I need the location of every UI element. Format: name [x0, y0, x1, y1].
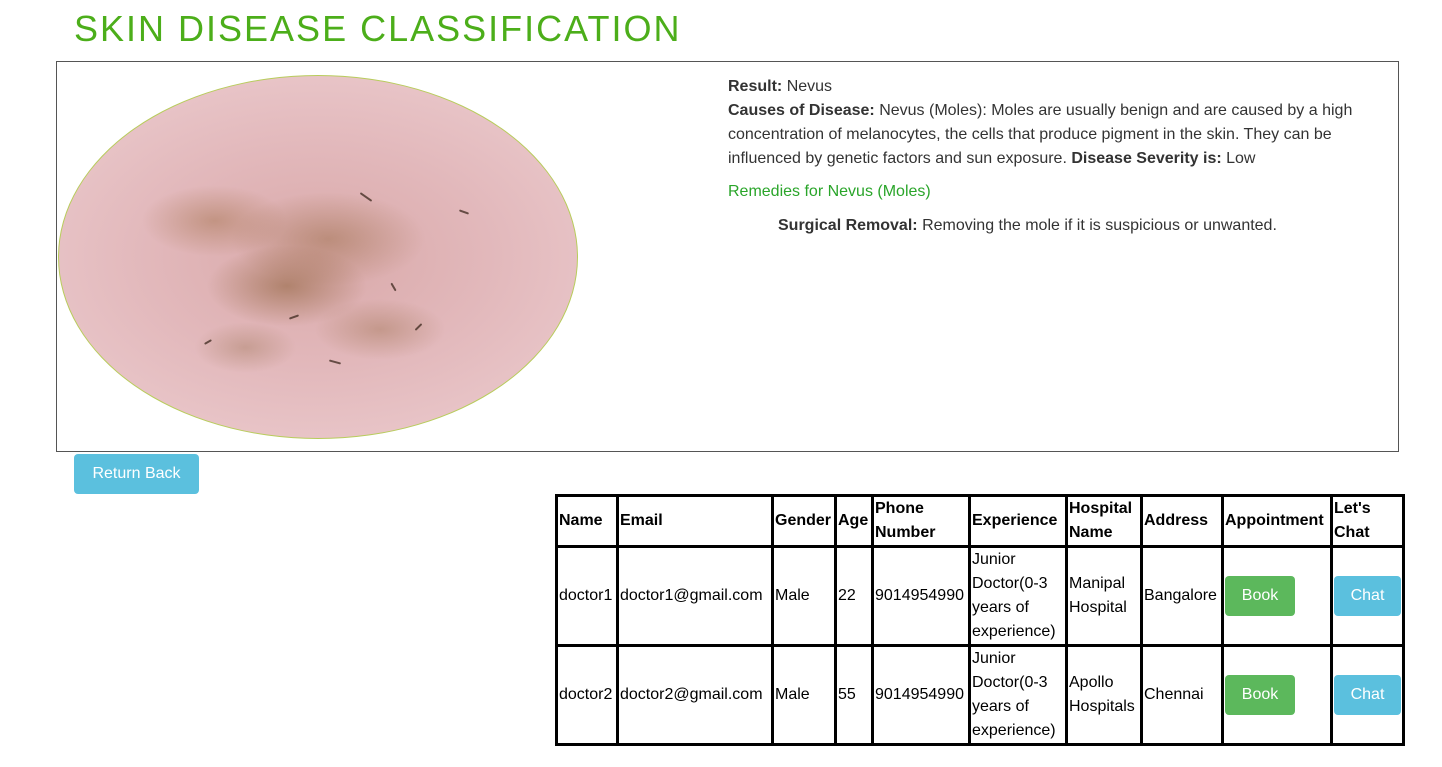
book-button[interactable]: Book — [1225, 576, 1295, 616]
header-age: Age — [834, 494, 874, 548]
diagnosis-info: Result: Nevus Causes of Disease: Nevus (… — [728, 75, 1398, 238]
result-value: Nevus — [786, 78, 833, 95]
cell-hospital: Apollo Hospitals — [1065, 644, 1143, 746]
header-hospital: Hospital Name — [1065, 494, 1143, 548]
causes-label: Causes of Disease: — [728, 102, 875, 119]
remedy-label: Surgical Removal: — [778, 217, 918, 234]
header-experience: Experience — [968, 494, 1068, 548]
cell-gender: Male — [771, 545, 837, 647]
chat-button[interactable]: Chat — [1334, 576, 1401, 616]
result-label: Result: — [728, 78, 783, 95]
remedy-text: Removing the mole if it is suspicious or… — [922, 217, 1277, 234]
result-line: Result: Nevus — [728, 75, 1398, 99]
header-address: Address — [1140, 494, 1224, 548]
causes-paragraph: Causes of Disease: Nevus (Moles): Moles … — [728, 99, 1398, 171]
page: SKIN DISEASE CLASSIFICATION Result: Nevu… — [0, 0, 1442, 767]
cell-gender: Male — [771, 644, 837, 746]
remedy-item: Surgical Removal: Removing the mole if i… — [728, 214, 1398, 238]
table-row: doctor1 doctor1@gmail.com Male 22 901495… — [555, 545, 1405, 647]
header-phone: Phone Number — [871, 494, 971, 548]
header-name: Name — [555, 494, 619, 548]
cell-phone: 9014954990 — [871, 644, 971, 746]
cell-experience: Junior Doctor(0-3 years of experience) — [968, 545, 1068, 647]
cell-phone: 9014954990 — [871, 545, 971, 647]
cell-address: Bangalore — [1140, 545, 1224, 647]
book-button[interactable]: Book — [1225, 675, 1295, 715]
table-header-row: Name Email Gender Age Phone Number Exper… — [555, 494, 1405, 548]
cell-age: 55 — [834, 644, 874, 746]
severity-label: Disease Severity is: — [1071, 150, 1222, 167]
header-email: Email — [616, 494, 774, 548]
cell-name: doctor2 — [555, 644, 619, 746]
doctors-table: Name Email Gender Age Phone Number Exper… — [555, 494, 1405, 746]
cell-name: doctor1 — [555, 545, 619, 647]
cell-email: doctor1@gmail.com — [616, 545, 774, 647]
page-title: SKIN DISEASE CLASSIFICATION — [74, 8, 682, 49]
cell-chat: Chat — [1330, 644, 1405, 746]
result-panel: Result: Nevus Causes of Disease: Nevus (… — [56, 61, 1399, 452]
cell-address: Chennai — [1140, 644, 1224, 746]
header-appointment: Appointment — [1221, 494, 1333, 548]
skin-lesion-image — [58, 75, 578, 439]
chat-button[interactable]: Chat — [1334, 675, 1401, 715]
header-gender: Gender — [771, 494, 837, 548]
header-chat: Let's Chat — [1330, 494, 1405, 548]
cell-appointment: Book — [1221, 545, 1333, 647]
severity-value: Low — [1226, 150, 1256, 167]
cell-age: 22 — [834, 545, 874, 647]
remedies-heading: Remedies for Nevus (Moles) — [728, 183, 931, 200]
cell-hospital: Manipal Hospital — [1065, 545, 1143, 647]
cell-experience: Junior Doctor(0-3 years of experience) — [968, 644, 1068, 746]
cell-appointment: Book — [1221, 644, 1333, 746]
return-back-button[interactable]: Return Back — [74, 454, 199, 494]
table-row: doctor2 doctor2@gmail.com Male 55 901495… — [555, 644, 1405, 746]
cell-chat: Chat — [1330, 545, 1405, 647]
cell-email: doctor2@gmail.com — [616, 644, 774, 746]
